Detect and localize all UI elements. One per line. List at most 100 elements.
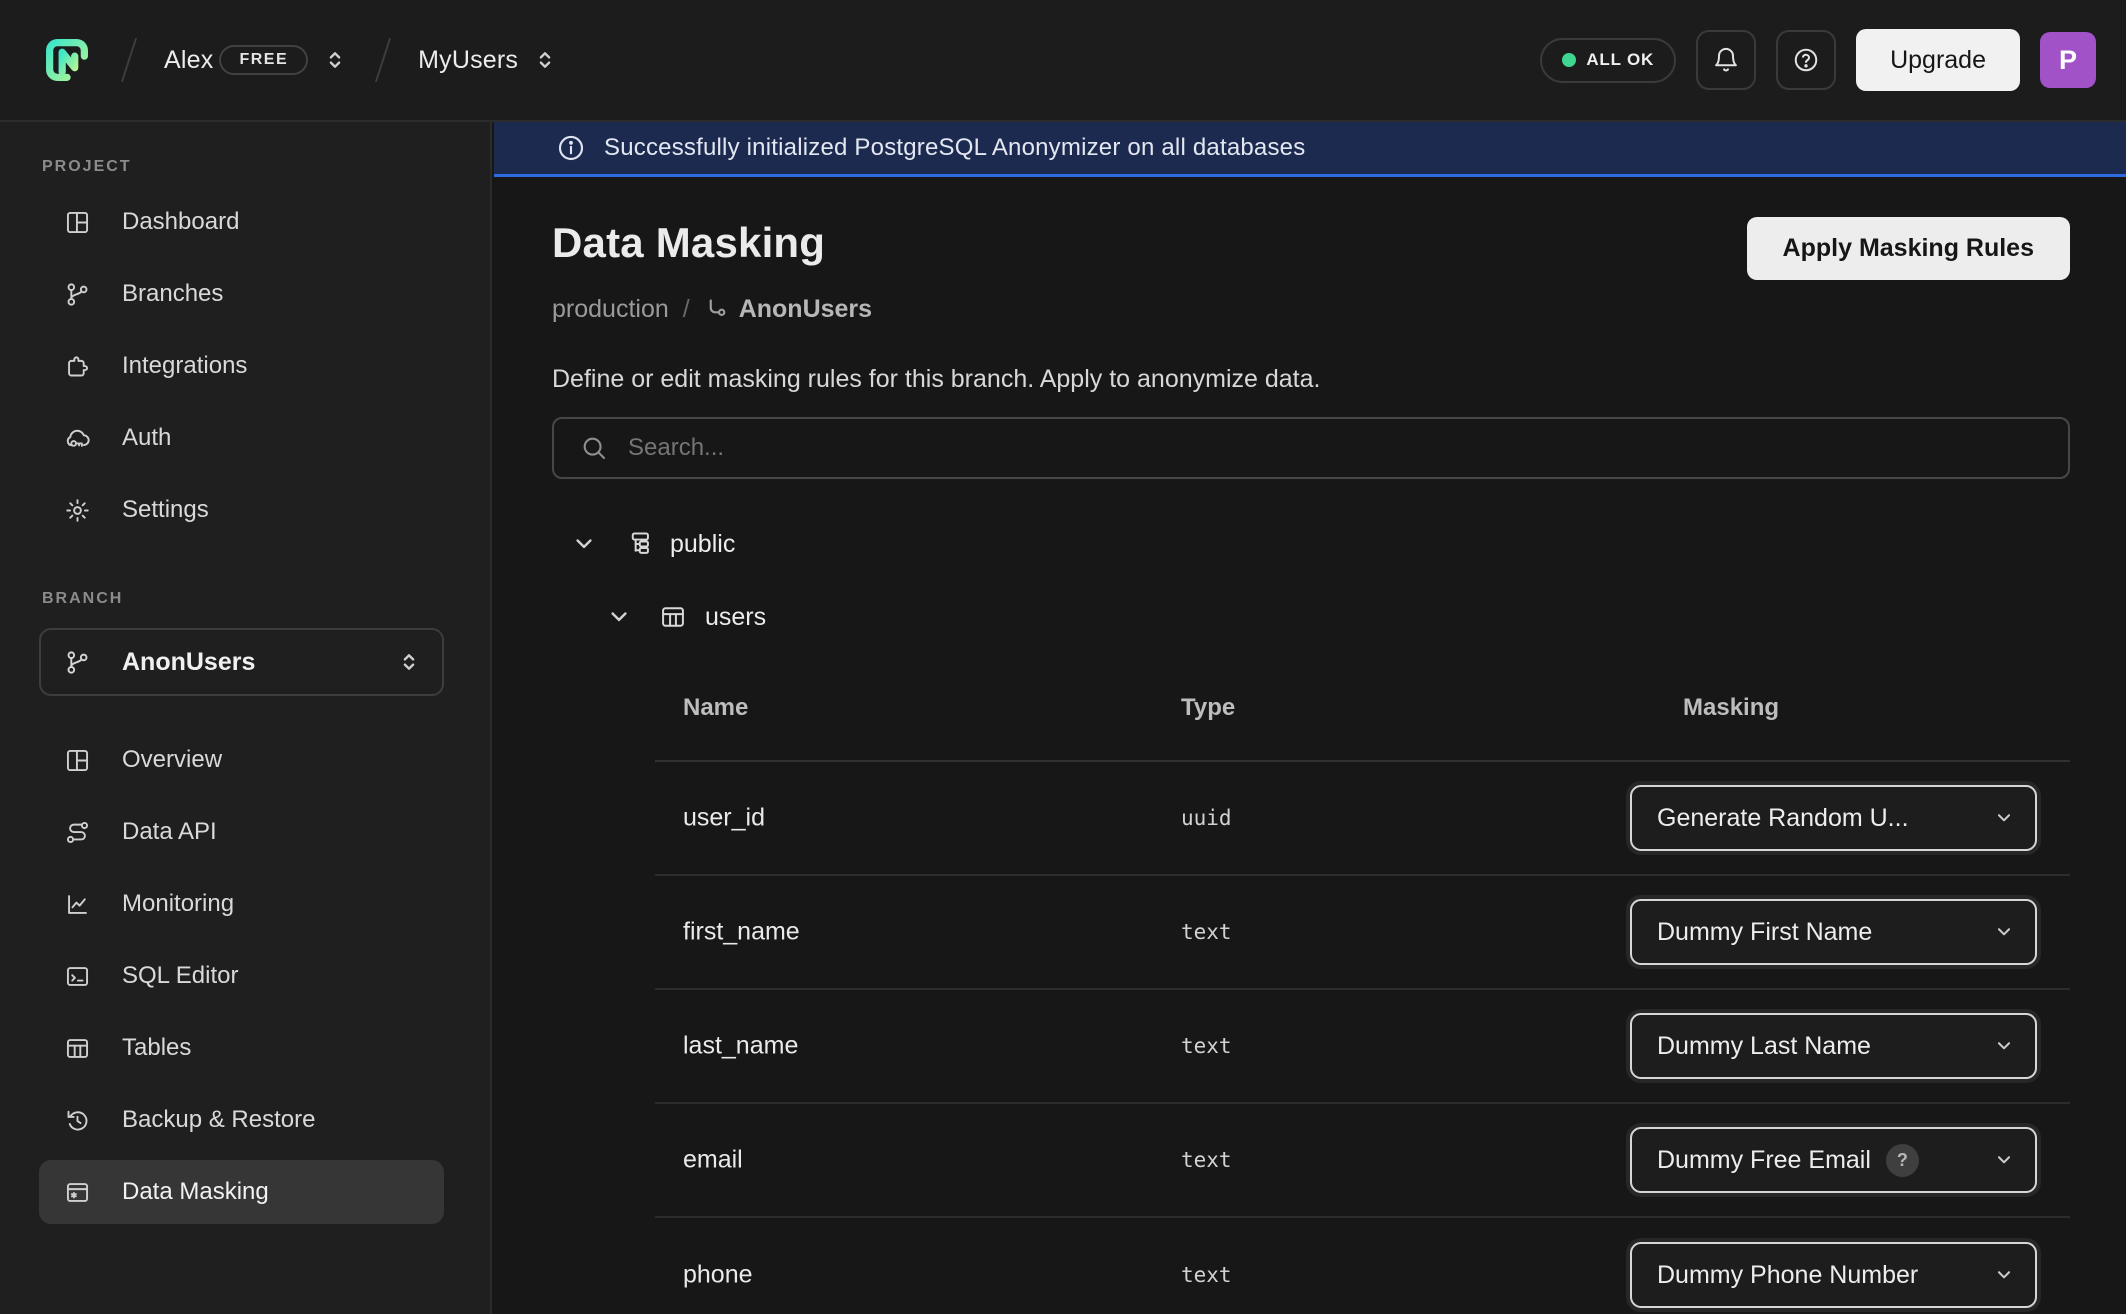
auth-icon: [64, 425, 91, 452]
branch-selector[interactable]: AnonUsers: [39, 628, 444, 696]
user-avatar[interactable]: P: [2040, 32, 2096, 88]
column-type: text: [1181, 1148, 1232, 1172]
neon-logo[interactable]: [40, 33, 94, 87]
chevron-down-icon: [1993, 1264, 2015, 1286]
chevron-updown-icon: [532, 47, 558, 73]
sidebar-item-tables[interactable]: Tables: [39, 1012, 444, 1084]
notifications-button[interactable]: [1696, 30, 1756, 90]
project-switcher[interactable]: MyUsers: [418, 46, 558, 75]
status-pill[interactable]: ALL OK: [1540, 38, 1676, 83]
chevron-down-icon: [1993, 1035, 2015, 1057]
sidebar-item-label: SQL Editor: [122, 962, 239, 990]
search-input[interactable]: [628, 434, 2046, 462]
column-type: text: [1181, 1263, 1232, 1287]
column-name: user_id: [683, 804, 765, 833]
page-title: Data Masking: [552, 217, 825, 269]
column-type: text: [1181, 920, 1232, 944]
table-row: phone text Dummy Phone Number: [655, 1218, 2070, 1314]
column-type: text: [1181, 1034, 1232, 1058]
sql-editor-icon: [64, 963, 91, 990]
sidebar-item-data-api[interactable]: Data API: [39, 796, 444, 868]
sidebar-item-label: Integrations: [122, 352, 247, 380]
masking-table: Name Type Masking user_id uuid Generate …: [655, 655, 2070, 1314]
sidebar-item-sql-editor[interactable]: SQL Editor: [39, 940, 444, 1012]
masking-select-phone[interactable]: Dummy Phone Number: [1630, 1242, 2037, 1308]
sidebar-item-label: Monitoring: [122, 890, 234, 918]
monitoring-icon: [64, 891, 91, 918]
sidebar-item-branches[interactable]: Branches: [39, 258, 444, 330]
masking-select-email[interactable]: Dummy Free Email ?: [1630, 1127, 2037, 1193]
column-name: email: [683, 1146, 743, 1175]
sidebar-item-backup-restore[interactable]: Backup & Restore: [39, 1084, 444, 1156]
sidebar-item-label: Data Masking: [122, 1178, 269, 1206]
chevron-down-icon[interactable]: [605, 603, 633, 631]
masking-select-first-name[interactable]: Dummy First Name: [1630, 899, 2037, 965]
bell-icon: [1712, 46, 1740, 74]
upgrade-button[interactable]: Upgrade: [1856, 29, 2020, 91]
column-name: last_name: [683, 1032, 798, 1061]
masking-select-value: Dummy Last Name: [1657, 1032, 1871, 1061]
sidebar-item-auth[interactable]: Auth: [39, 402, 444, 474]
search-bar: [552, 417, 2070, 479]
sidebar-item-label: Dashboard: [122, 208, 239, 236]
sidebar-item-settings[interactable]: Settings: [39, 474, 444, 546]
sidebar-item-integrations[interactable]: Integrations: [39, 330, 444, 402]
sidebar-item-label: Overview: [122, 746, 222, 774]
chevron-down-icon: [1993, 921, 2015, 943]
dashboard-icon: [64, 209, 91, 236]
breadcrumb-parent[interactable]: production: [552, 295, 669, 324]
notification-banner: Successfully initialized PostgreSQL Anon…: [494, 122, 2126, 177]
table-row: email text Dummy Free Email ?: [655, 1104, 2070, 1218]
table-row: first_name text Dummy First Name: [655, 876, 2070, 990]
child-branch-icon: [704, 296, 731, 323]
banner-message: Successfully initialized PostgreSQL Anon…: [604, 134, 1305, 162]
project-nav: Dashboard Branches Integrations Auth: [39, 186, 444, 546]
sidebar-item-data-masking[interactable]: Data Masking: [39, 1160, 444, 1224]
column-header-name: Name: [683, 694, 748, 722]
help-badge[interactable]: ?: [1886, 1144, 1919, 1177]
sidebar-item-overview[interactable]: Overview: [39, 724, 444, 796]
column-name: phone: [683, 1261, 753, 1290]
chevron-updown-icon: [396, 649, 422, 675]
help-button[interactable]: [1776, 30, 1836, 90]
sidebar-item-label: Branches: [122, 280, 223, 308]
sidebar-item-label: Tables: [122, 1034, 191, 1062]
top-bar: Alex FREE MyUsers ALL OK: [0, 0, 2126, 122]
tree-row-schema[interactable]: public: [552, 524, 2070, 564]
search-icon: [580, 434, 608, 462]
plan-badge: FREE: [219, 45, 308, 75]
status-dot: [1562, 53, 1576, 67]
data-masking-icon: [64, 1179, 91, 1206]
masking-select-user-id[interactable]: Generate Random U...: [1630, 785, 2037, 851]
breadcrumb-separator: /: [683, 295, 690, 324]
column-header-masking: Masking: [1683, 694, 1779, 722]
tables-icon: [64, 1035, 91, 1062]
breadcrumb-current-label: AnonUsers: [739, 295, 872, 324]
org-name: Alex: [164, 46, 213, 75]
column-header-type: Type: [1181, 694, 1235, 722]
table-row: user_id uuid Generate Random U...: [655, 762, 2070, 876]
org-switcher[interactable]: Alex FREE: [164, 45, 348, 75]
data-api-icon: [64, 819, 91, 846]
breadcrumb: production / AnonUsers: [552, 293, 2070, 325]
status-label: ALL OK: [1586, 50, 1654, 70]
breadcrumb-current[interactable]: AnonUsers: [704, 295, 872, 324]
column-name: first_name: [683, 918, 800, 947]
sidebar-item-dashboard[interactable]: Dashboard: [39, 186, 444, 258]
masking-select-last-name[interactable]: Dummy Last Name: [1630, 1013, 2037, 1079]
sidebar-item-label: Auth: [122, 424, 171, 452]
branch-selector-value: AnonUsers: [122, 648, 365, 677]
sidebar-item-label: Backup & Restore: [122, 1106, 315, 1134]
masking-select-value: Dummy First Name: [1657, 918, 1872, 947]
schema-name: public: [670, 530, 735, 559]
tree-row-table[interactable]: users: [552, 597, 2070, 637]
apply-masking-rules-button[interactable]: Apply Masking Rules: [1747, 217, 2070, 280]
chevron-down-icon[interactable]: [570, 530, 598, 558]
masking-select-value: Dummy Phone Number: [1657, 1261, 1918, 1290]
table-icon: [659, 603, 687, 631]
project-section-label: PROJECT: [39, 158, 444, 176]
sidebar-item-monitoring[interactable]: Monitoring: [39, 868, 444, 940]
sidebar-item-label: Data API: [122, 818, 217, 846]
table-name: users: [705, 603, 766, 632]
column-type: uuid: [1181, 806, 1232, 830]
